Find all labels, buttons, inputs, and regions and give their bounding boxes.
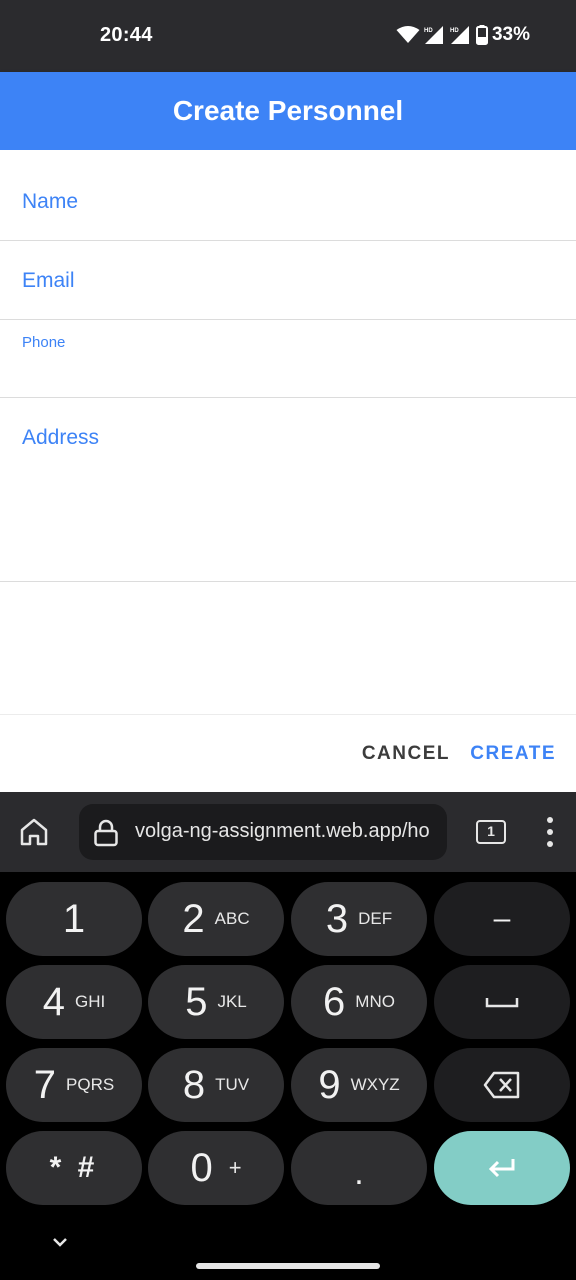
- key-star-hash-label: * #: [49, 1151, 99, 1184]
- key-4[interactable]: 4 GHI: [6, 965, 142, 1039]
- numeric-keyboard: 1 2 ABC 3 DEF – 4 GHI 5 JKL 6 MNO 7 PQRS…: [0, 872, 576, 1280]
- name-label: Name: [22, 190, 79, 213]
- battery-percent: 33%: [491, 24, 530, 45]
- create-button[interactable]: CREATE: [470, 743, 556, 765]
- key-7-label: 7: [33, 1063, 57, 1107]
- url-bar[interactable]: volga-ng-assignment.web.app/ho: [79, 804, 447, 860]
- page-title: Create Personnel: [172, 95, 404, 126]
- enter-icon: [488, 1159, 515, 1178]
- chevron-down-icon[interactable]: [48, 1234, 72, 1250]
- key-3-label: 3: [325, 897, 349, 941]
- key-backspace[interactable]: [434, 1048, 570, 1122]
- signal-icon: HD: [450, 26, 469, 44]
- svg-text:HD: HD: [450, 28, 459, 34]
- key-9[interactable]: 9 WXYZ: [291, 1048, 427, 1122]
- browser-toolbar: volga-ng-assignment.web.app/ho 1: [0, 792, 576, 872]
- key-4-label: 4: [42, 980, 65, 1024]
- more-vert-icon[interactable]: [540, 814, 560, 850]
- gesture-bar[interactable]: [196, 1263, 380, 1269]
- email-field[interactable]: Email: [0, 241, 576, 320]
- key-5-label: 5: [185, 980, 208, 1024]
- app-header: Create Personnel: [0, 72, 576, 150]
- phone-label: Phone: [22, 334, 66, 351]
- status-bar: 20:44 HD HD 33%: [0, 0, 576, 72]
- key-6[interactable]: 6 MNO: [291, 965, 427, 1039]
- email-label: Email: [22, 269, 75, 292]
- status-time: 20:44: [100, 24, 153, 46]
- cancel-button[interactable]: CANCEL: [362, 743, 450, 765]
- key-5[interactable]: 5 JKL: [148, 965, 284, 1039]
- action-bar: CANCEL CREATE: [0, 714, 576, 792]
- key-minus[interactable]: –: [434, 882, 570, 956]
- key-6-label: 6: [323, 980, 346, 1024]
- space-icon: [485, 998, 519, 1008]
- key-3[interactable]: 3 DEF: [291, 882, 427, 956]
- key-enter[interactable]: [434, 1131, 570, 1205]
- address-label: Address: [22, 426, 100, 449]
- key-9-label: 9: [318, 1063, 341, 1107]
- key-7-letters: PQRS: [66, 1075, 115, 1094]
- key-period[interactable]: .: [291, 1131, 427, 1205]
- backspace-icon: [483, 1071, 520, 1099]
- battery-icon: [475, 25, 488, 45]
- lock-icon: [94, 819, 118, 847]
- key-0[interactable]: 0 +: [148, 1131, 284, 1205]
- key-2-letters: ABC: [214, 909, 250, 928]
- signal-icon: HD: [424, 26, 443, 44]
- key-2-label: 2: [182, 897, 205, 941]
- key-minus-label: –: [493, 902, 511, 935]
- key-7[interactable]: 7 PQRS: [6, 1048, 142, 1122]
- wifi-icon: [396, 26, 420, 43]
- phone-field[interactable]: Phone: [0, 320, 576, 398]
- key-0-label: 0: [190, 1146, 213, 1190]
- key-8-label: 8: [182, 1063, 206, 1107]
- key-8-letters: TUV: [215, 1075, 250, 1094]
- tabs-icon[interactable]: 1: [476, 820, 506, 844]
- home-icon[interactable]: [16, 814, 52, 850]
- key-star-hash[interactable]: * #: [6, 1131, 142, 1205]
- name-field[interactable]: Name: [0, 150, 576, 241]
- key-5-letters: JKL: [217, 992, 247, 1011]
- personnel-form: Name Email Phone Address: [0, 150, 576, 714]
- key-3-letters: DEF: [358, 909, 393, 928]
- address-field[interactable]: Address: [0, 398, 576, 582]
- key-2[interactable]: 2 ABC: [148, 882, 284, 956]
- key-8[interactable]: 8 TUV: [148, 1048, 284, 1122]
- key-9-letters: WXYZ: [350, 1075, 400, 1094]
- key-1[interactable]: 1: [6, 882, 142, 956]
- url-text: volga-ng-assignment.web.app/ho: [135, 820, 430, 842]
- key-6-letters: MNO: [355, 992, 395, 1011]
- key-period-label: .: [354, 1154, 364, 1192]
- key-space[interactable]: [434, 965, 570, 1039]
- svg-text:HD: HD: [424, 28, 433, 34]
- key-0-plus: +: [228, 1155, 242, 1180]
- status-icons: HD HD 33%: [396, 24, 530, 46]
- key-1-label: 1: [62, 897, 86, 941]
- key-4-letters: GHI: [75, 992, 106, 1011]
